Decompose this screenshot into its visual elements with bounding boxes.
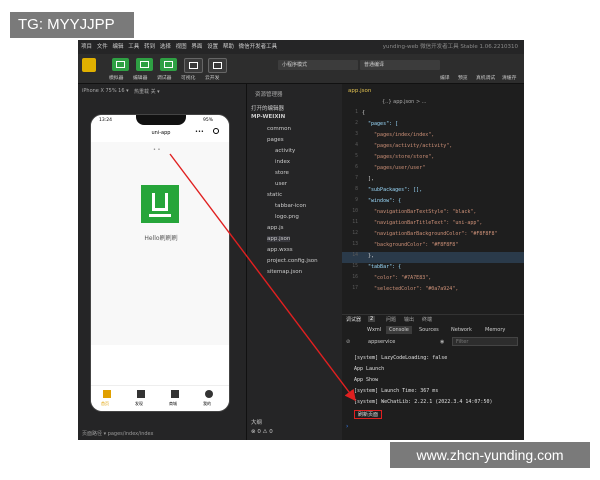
watermark-bottom-right: www.zhcn-yunding.com xyxy=(390,442,590,468)
annotation-arrow xyxy=(169,153,356,402)
